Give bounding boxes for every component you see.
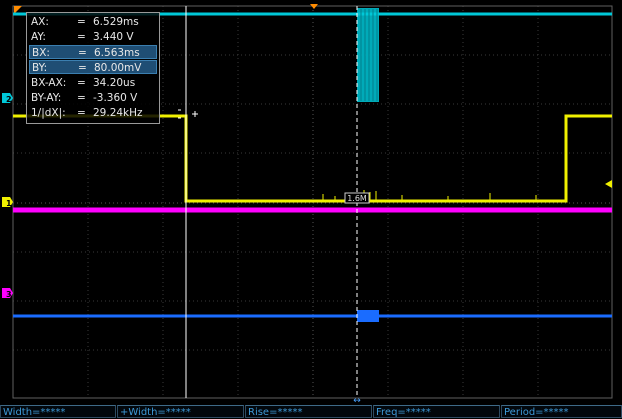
readout-key: AY:: [31, 31, 46, 43]
measure-period[interactable]: Period=*****: [501, 405, 622, 418]
trigger-level-right-marker[interactable]: [605, 180, 612, 188]
readout-eq: =: [77, 16, 86, 28]
channel-1-marker-label: 1: [6, 199, 12, 208]
readout-value: 34.20us: [93, 77, 136, 89]
cursor-readout-panel: AX: = 6.529ms AY: = 3.440 V BX: = 6.563m…: [26, 12, 160, 124]
channel-2-marker-label: 2: [6, 95, 12, 104]
readout-value: 6.529ms: [93, 16, 139, 28]
readout-row-ay: AY: = 3.440 V: [29, 30, 157, 44]
readout-eq: =: [77, 31, 86, 43]
measure-width[interactable]: Width=*****: [0, 405, 116, 418]
readout-row-ax: AX: = 6.529ms: [29, 15, 157, 29]
readout-eq: =: [77, 92, 86, 104]
measure-rise[interactable]: Rise=*****: [245, 405, 372, 418]
readout-key: BX:: [32, 47, 50, 59]
channel-4-trace: [13, 310, 612, 322]
readout-row-bx[interactable]: BX: = 6.563ms: [29, 45, 157, 59]
readout-value: 80.00mV: [94, 62, 142, 74]
readout-eq: =: [77, 77, 86, 89]
measure-plus-width[interactable]: +Width=*****: [117, 405, 244, 418]
measurement-bar: Width=***** +Width=***** Rise=***** Freq…: [0, 405, 622, 419]
readout-value: -3.360 V: [93, 92, 138, 104]
readout-key: 1/|dX|:: [31, 107, 66, 119]
cursor-b-tag-text: 1.6M: [347, 194, 367, 203]
readout-row-by-ay: BY-AY: = -3.360 V: [29, 91, 157, 105]
readout-row-inv-dx: 1/|dX|: = 29.24kHz: [29, 106, 157, 120]
cursor-b-tag: 1.6M: [344, 192, 370, 204]
channel-3-marker-label: 3: [6, 290, 12, 299]
measure-freq[interactable]: Freq=*****: [373, 405, 500, 418]
readout-value: 3.440 V: [93, 31, 134, 43]
readout-key: BX-AX:: [31, 77, 67, 89]
readout-row-by[interactable]: BY: = 80.00mV: [29, 60, 157, 74]
readout-key: BY:: [32, 62, 48, 74]
readout-eq: =: [78, 62, 87, 74]
readout-key: BY-AY:: [31, 92, 62, 104]
readout-key: AX:: [31, 16, 49, 28]
readout-eq: =: [78, 47, 87, 59]
readout-value: 6.563ms: [94, 47, 140, 59]
readout-row-bx-ax: BX-AX: = 34.20us: [29, 76, 157, 90]
readout-value: 29.24kHz: [93, 107, 143, 119]
readout-eq: =: [77, 107, 86, 119]
